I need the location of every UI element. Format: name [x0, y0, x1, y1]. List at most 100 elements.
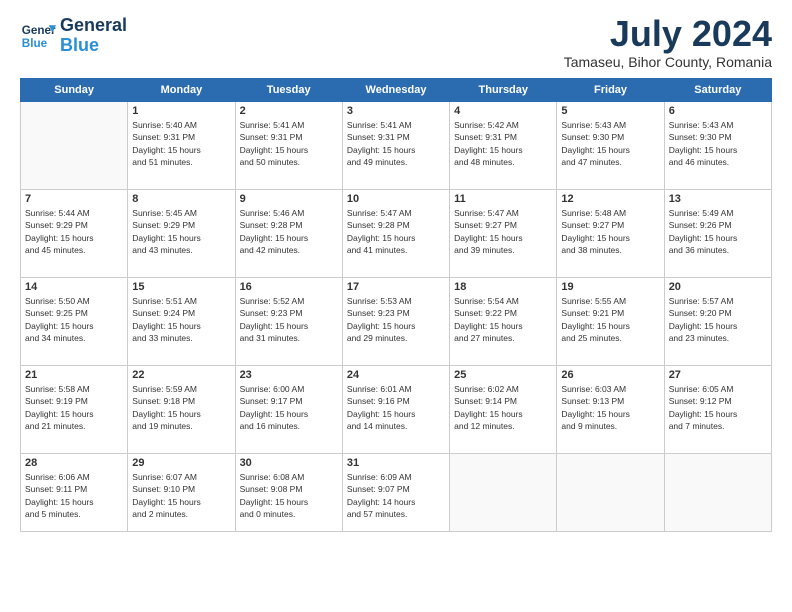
day-number: 14 — [25, 281, 123, 293]
calendar-cell: 10 Sunrise: 5:47 AM Sunset: 9:28 PM Dayli… — [342, 190, 449, 278]
svg-text:Blue: Blue — [22, 37, 48, 50]
day-info: Sunrise: 5:40 AM Sunset: 9:31 PM Dayligh… — [132, 119, 230, 168]
day-info: Sunrise: 5:45 AM Sunset: 9:29 PM Dayligh… — [132, 207, 230, 256]
day-number: 24 — [347, 369, 445, 381]
calendar-cell: 24 Sunrise: 6:01 AM Sunset: 9:16 PM Dayli… — [342, 366, 449, 454]
day-number: 28 — [25, 457, 123, 469]
calendar-cell: 27Sunrise: 6:05 AM Sunset: 9:12 PM Dayli… — [664, 366, 771, 454]
calendar-cell: 18 Sunrise: 5:54 AM Sunset: 9:22 PM Dayli… — [450, 278, 557, 366]
day-number: 22 — [132, 369, 230, 381]
weekday-header-wednesday: Wednesday — [342, 79, 449, 102]
day-info: Sunrise: 6:09 AM Sunset: 9:07 PM Dayligh… — [347, 471, 445, 520]
day-info: Sunrise: 5:47 AM Sunset: 9:27 PM Dayligh… — [454, 207, 552, 256]
day-number: 12 — [561, 193, 659, 205]
calendar-cell: 26 Sunrise: 6:03 AM Sunset: 9:13 PM Dayli… — [557, 366, 664, 454]
day-number: 6 — [669, 105, 767, 117]
calendar-cell — [557, 454, 664, 532]
day-number: 15 — [132, 281, 230, 293]
day-number: 9 — [240, 193, 338, 205]
day-info: Sunrise: 5:44 AM Sunset: 9:29 PM Dayligh… — [25, 207, 123, 256]
day-info: Sunrise: 6:03 AM Sunset: 9:13 PM Dayligh… — [561, 383, 659, 432]
weekday-header-saturday: Saturday — [664, 79, 771, 102]
weekday-header-friday: Friday — [557, 79, 664, 102]
day-number: 25 — [454, 369, 552, 381]
header: General Blue General Blue July 2024 Tama… — [20, 16, 772, 70]
calendar-cell: 13 Sunrise: 5:49 AM Sunset: 9:26 PM Dayli… — [664, 190, 771, 278]
week-row-2: 7 Sunrise: 5:44 AM Sunset: 9:29 PM Daylig… — [21, 190, 772, 278]
logo-text-line1: General — [60, 16, 127, 36]
day-info: Sunrise: 5:42 AM Sunset: 9:31 PM Dayligh… — [454, 119, 552, 168]
day-number: 19 — [561, 281, 659, 293]
weekday-header-monday: Monday — [128, 79, 235, 102]
calendar-cell — [664, 454, 771, 532]
location: Tamaseu, Bihor County, Romania — [564, 54, 772, 70]
day-info: Sunrise: 5:51 AM Sunset: 9:24 PM Dayligh… — [132, 295, 230, 344]
day-info: Sunrise: 5:48 AM Sunset: 9:27 PM Dayligh… — [561, 207, 659, 256]
calendar-cell — [21, 102, 128, 190]
day-info: Sunrise: 5:49 AM Sunset: 9:26 PM Dayligh… — [669, 207, 767, 256]
week-row-3: 14Sunrise: 5:50 AM Sunset: 9:25 PM Dayli… — [21, 278, 772, 366]
week-row-1: 1 Sunrise: 5:40 AM Sunset: 9:31 PM Daylig… — [21, 102, 772, 190]
calendar-cell: 17Sunrise: 5:53 AM Sunset: 9:23 PM Dayli… — [342, 278, 449, 366]
day-number: 4 — [454, 105, 552, 117]
day-info: Sunrise: 6:06 AM Sunset: 9:11 PM Dayligh… — [25, 471, 123, 520]
day-number: 7 — [25, 193, 123, 205]
calendar-cell: 5Sunrise: 5:43 AM Sunset: 9:30 PM Daylig… — [557, 102, 664, 190]
calendar-cell: 11 Sunrise: 5:47 AM Sunset: 9:27 PM Dayli… — [450, 190, 557, 278]
day-number: 3 — [347, 105, 445, 117]
calendar-cell: 3 Sunrise: 5:41 AM Sunset: 9:31 PM Daylig… — [342, 102, 449, 190]
calendar-cell: 1 Sunrise: 5:40 AM Sunset: 9:31 PM Daylig… — [128, 102, 235, 190]
day-info: Sunrise: 5:55 AM Sunset: 9:21 PM Dayligh… — [561, 295, 659, 344]
day-number: 10 — [347, 193, 445, 205]
weekday-header-row: SundayMondayTuesdayWednesdayThursdayFrid… — [21, 79, 772, 102]
calendar-cell: 19 Sunrise: 5:55 AM Sunset: 9:21 PM Dayli… — [557, 278, 664, 366]
logo-icon: General Blue — [20, 18, 56, 54]
calendar-cell: 31 Sunrise: 6:09 AM Sunset: 9:07 PM Dayli… — [342, 454, 449, 532]
week-row-4: 21Sunrise: 5:58 AM Sunset: 9:19 PM Dayli… — [21, 366, 772, 454]
day-info: Sunrise: 5:43 AM Sunset: 9:30 PM Dayligh… — [561, 119, 659, 168]
calendar-cell: 15 Sunrise: 5:51 AM Sunset: 9:24 PM Dayli… — [128, 278, 235, 366]
day-info: Sunrise: 6:00 AM Sunset: 9:17 PM Dayligh… — [240, 383, 338, 432]
calendar-cell: 20 Sunrise: 5:57 AM Sunset: 9:20 PM Dayli… — [664, 278, 771, 366]
calendar-cell: 23 Sunrise: 6:00 AM Sunset: 9:17 PM Dayli… — [235, 366, 342, 454]
calendar-cell: 8Sunrise: 5:45 AM Sunset: 9:29 PM Daylig… — [128, 190, 235, 278]
logo: General Blue General Blue — [20, 16, 127, 56]
title-area: July 2024 Tamaseu, Bihor County, Romania — [564, 16, 772, 70]
day-info: Sunrise: 5:52 AM Sunset: 9:23 PM Dayligh… — [240, 295, 338, 344]
calendar-cell — [450, 454, 557, 532]
day-number: 1 — [132, 105, 230, 117]
day-number: 27 — [669, 369, 767, 381]
day-info: Sunrise: 5:41 AM Sunset: 9:31 PM Dayligh… — [347, 119, 445, 168]
day-info: Sunrise: 5:47 AM Sunset: 9:28 PM Dayligh… — [347, 207, 445, 256]
day-number: 13 — [669, 193, 767, 205]
calendar-cell: 21Sunrise: 5:58 AM Sunset: 9:19 PM Dayli… — [21, 366, 128, 454]
calendar-cell: 2Sunrise: 5:41 AM Sunset: 9:31 PM Daylig… — [235, 102, 342, 190]
calendar-cell: 4 Sunrise: 5:42 AM Sunset: 9:31 PM Daylig… — [450, 102, 557, 190]
day-number: 18 — [454, 281, 552, 293]
calendar-cell: 12 Sunrise: 5:48 AM Sunset: 9:27 PM Dayli… — [557, 190, 664, 278]
weekday-header-thursday: Thursday — [450, 79, 557, 102]
day-info: Sunrise: 6:08 AM Sunset: 9:08 PM Dayligh… — [240, 471, 338, 520]
day-info: Sunrise: 5:53 AM Sunset: 9:23 PM Dayligh… — [347, 295, 445, 344]
day-number: 11 — [454, 193, 552, 205]
weekday-header-tuesday: Tuesday — [235, 79, 342, 102]
day-number: 31 — [347, 457, 445, 469]
day-info: Sunrise: 5:57 AM Sunset: 9:20 PM Dayligh… — [669, 295, 767, 344]
day-number: 26 — [561, 369, 659, 381]
day-info: Sunrise: 5:54 AM Sunset: 9:22 PM Dayligh… — [454, 295, 552, 344]
day-number: 29 — [132, 457, 230, 469]
day-info: Sunrise: 5:43 AM Sunset: 9:30 PM Dayligh… — [669, 119, 767, 168]
week-row-5: 28 Sunrise: 6:06 AM Sunset: 9:11 PM Dayli… — [21, 454, 772, 532]
weekday-header-sunday: Sunday — [21, 79, 128, 102]
logo-text-line2: Blue — [60, 36, 127, 56]
calendar-cell: 22Sunrise: 5:59 AM Sunset: 9:18 PM Dayli… — [128, 366, 235, 454]
day-number: 16 — [240, 281, 338, 293]
day-number: 23 — [240, 369, 338, 381]
calendar-cell: 30Sunrise: 6:08 AM Sunset: 9:08 PM Dayli… — [235, 454, 342, 532]
day-info: Sunrise: 5:58 AM Sunset: 9:19 PM Dayligh… — [25, 383, 123, 432]
day-number: 20 — [669, 281, 767, 293]
calendar-cell: 9Sunrise: 5:46 AM Sunset: 9:28 PM Daylig… — [235, 190, 342, 278]
day-info: Sunrise: 6:01 AM Sunset: 9:16 PM Dayligh… — [347, 383, 445, 432]
day-info: Sunrise: 6:07 AM Sunset: 9:10 PM Dayligh… — [132, 471, 230, 520]
calendar-table: SundayMondayTuesdayWednesdayThursdayFrid… — [20, 78, 772, 532]
